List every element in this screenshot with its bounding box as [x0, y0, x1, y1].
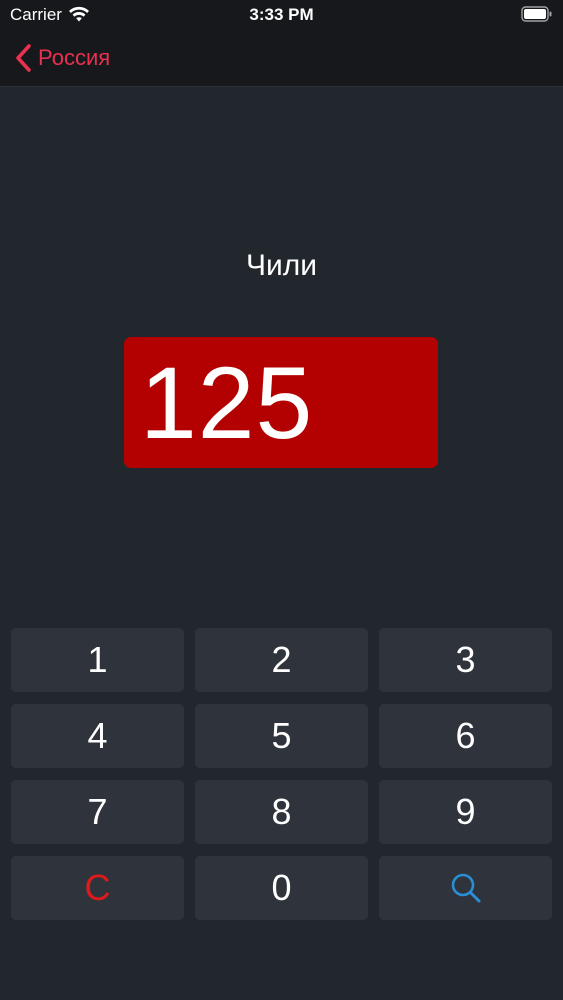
chevron-left-icon [16, 44, 31, 72]
navigation-bar: Россия [0, 30, 563, 87]
key-7[interactable]: 7 [11, 780, 184, 844]
phone-screen: Carrier 3:33 PM Россия Чили 125 1 2 3 4 … [0, 0, 563, 1000]
search-key[interactable] [379, 856, 552, 920]
key-4[interactable]: 4 [11, 704, 184, 768]
country-title: Чили [245, 249, 317, 282]
key-0[interactable]: 0 [195, 856, 368, 920]
code-display: 125 [124, 337, 438, 468]
key-3[interactable]: 3 [379, 628, 552, 692]
status-bar: Carrier 3:33 PM [0, 0, 563, 30]
back-button-label: Россия [38, 45, 111, 70]
back-button[interactable]: Россия [14, 42, 110, 74]
key-1[interactable]: 1 [11, 628, 184, 692]
clear-key[interactable]: C [11, 856, 184, 920]
search-icon [451, 873, 480, 903]
status-time: 3:33 PM [249, 5, 314, 24]
keypad: 1 2 3 4 5 6 7 8 9 C 0 [11, 628, 552, 920]
code-value: 125 [140, 346, 314, 460]
key-9[interactable]: 9 [379, 780, 552, 844]
key-2[interactable]: 2 [195, 628, 368, 692]
battery-icon [521, 6, 552, 22]
key-6[interactable]: 6 [379, 704, 552, 768]
key-5[interactable]: 5 [195, 704, 368, 768]
key-8[interactable]: 8 [195, 780, 368, 844]
